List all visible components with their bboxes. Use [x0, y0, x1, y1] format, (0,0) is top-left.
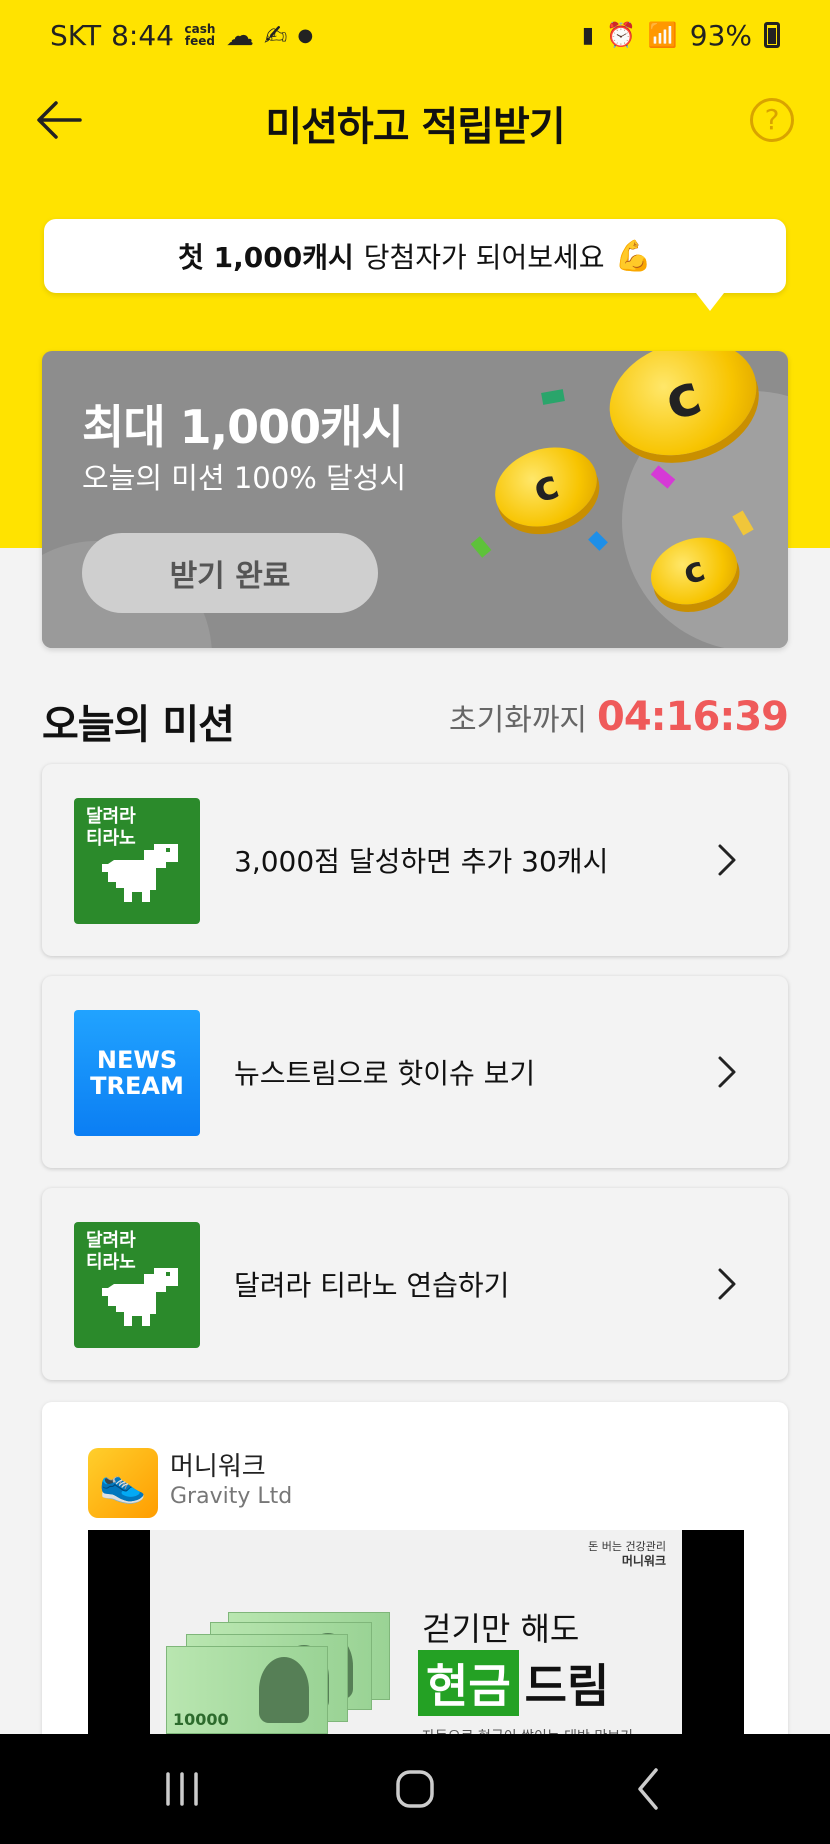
coin-icon: c [484, 434, 608, 540]
banknote-value: 10000 [173, 1710, 229, 1729]
status-left: SKT 8:44 cash feed ☁ ✍ ● [50, 19, 313, 52]
status-right: ▮ ⏰ 📶 93% [582, 19, 780, 52]
clock: 8:44 [111, 18, 174, 52]
dinosaur-icon [102, 1268, 178, 1326]
mission-label: 뉴스트림으로 핫이슈 보기 [234, 1057, 536, 1090]
battery-icon [764, 22, 780, 48]
dinosaur-icon [102, 844, 178, 902]
page-title: 미션하고 적립받기 [265, 104, 565, 150]
chevron-right-icon [718, 844, 736, 876]
wifi-icon: 📶 [647, 21, 678, 49]
tooltip-highlight: 첫 1,000캐시 [178, 241, 354, 274]
confetti-icon [470, 536, 492, 558]
tooltip-text: 당첨자가 되어보세요 [363, 241, 605, 274]
missions-title: 오늘의 미션 [42, 702, 235, 748]
back-nav-icon[interactable] [618, 1762, 678, 1816]
mission-label: 달려라 티라노 연습하기 [234, 1269, 510, 1302]
newstream-icon-text: TREAM [90, 1072, 184, 1100]
moneywalk-app-icon: 👟 [88, 1448, 158, 1518]
newstream-icon-text: NEWS [96, 1046, 178, 1074]
battery-percent: 93% [689, 18, 752, 52]
system-nav-bar [0, 1734, 830, 1844]
reset-label: 초기화까지 [449, 703, 588, 738]
cloud-icon: ☁ [225, 18, 254, 52]
confetti-icon [588, 531, 608, 551]
chevron-right-icon [718, 1056, 736, 1088]
banner-title: 최대 1,000캐시 [82, 400, 404, 454]
ad-brand-tag: 돈 버는 건강관리 [588, 1540, 666, 1553]
banner-subtitle: 오늘의 미션 100% 달성시 [82, 461, 407, 495]
reset-timer: 초기화까지 04:16:39 [449, 694, 789, 740]
ad-headline: 걷기만 해도 [422, 1610, 580, 1648]
ad-headline-rest: 드림 [524, 1659, 610, 1713]
newstream-app-icon: NEWS TREAM [74, 1010, 200, 1136]
help-icon[interactable]: ? [750, 98, 794, 142]
notification-icon: ✍ [263, 18, 288, 52]
ad-highlight: 현금 [418, 1650, 519, 1716]
reset-countdown: 04:16:39 [597, 694, 789, 740]
mission-item-newstream[interactable]: NEWS TREAM 뉴스트림으로 핫이슈 보기 [42, 976, 788, 1168]
ad-headline-2: 현금 드림 [418, 1650, 609, 1716]
tirano-game-icon: 달려라 티라노 [74, 1222, 200, 1348]
cash-feed-icon: cash feed [184, 22, 216, 48]
app-header: 미션하고 적립받기 ? [0, 80, 830, 160]
home-icon[interactable] [385, 1762, 445, 1816]
ad-app-name: 머니워크 [170, 1452, 266, 1482]
tirano-game-icon: 달려라 티라노 [74, 798, 200, 924]
mission-item-tirano-score[interactable]: 달려라 티라노 3,000점 달성하면 추가 30캐시 [42, 764, 788, 956]
chevron-right-icon [718, 1268, 736, 1300]
claim-complete-button[interactable]: 받기 완료 [82, 533, 378, 613]
status-bar: SKT 8:44 cash feed ☁ ✍ ● ▮ ⏰ 📶 93% [0, 0, 830, 70]
carrier: SKT [50, 18, 102, 52]
banknote-image: 10000 [166, 1646, 328, 1734]
battery-saver-icon: ▮ [581, 22, 594, 48]
promo-tooltip: 첫 1,000캐시 당첨자가 되어보세요 💪 [44, 219, 786, 311]
mission-item-tirano-practice[interactable]: 달려라 티라노 달려라 티라노 연습하기 [42, 1188, 788, 1380]
ad-brand-name: 머니워크 [621, 1554, 666, 1568]
recent-apps-icon[interactable] [152, 1762, 212, 1816]
alarm-icon: ⏰ [605, 21, 636, 49]
dot-icon: ● [297, 24, 314, 46]
confetti-icon [541, 389, 565, 405]
reward-banner: 최대 1,000캐시 오늘의 미션 100% 달성시 받기 완료 c c c [42, 351, 788, 648]
muscle-emoji-icon: 💪 [614, 238, 652, 274]
banknote-portrait [259, 1657, 309, 1723]
mission-label: 3,000점 달성하면 추가 30캐시 [234, 845, 609, 878]
ad-company: Gravity Ltd [170, 1484, 293, 1509]
ad-brand: 돈 버는 건강관리 머니워크 [588, 1540, 666, 1569]
